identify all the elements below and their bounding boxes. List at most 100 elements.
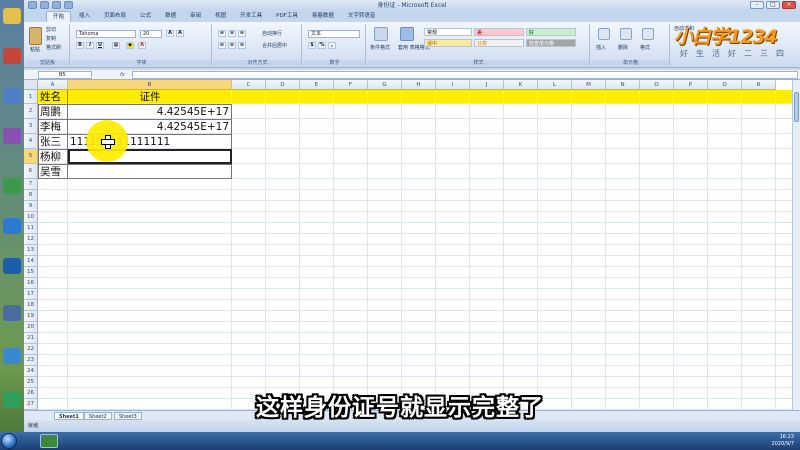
- row-header[interactable]: 19: [24, 311, 38, 322]
- tab-10[interactable]: 文字转语音: [342, 11, 382, 22]
- row-header[interactable]: 20: [24, 322, 38, 333]
- vertical-scrollbar[interactable]: [792, 80, 800, 410]
- style-good[interactable]: 好: [526, 28, 576, 36]
- undo-icon[interactable]: [40, 1, 49, 9]
- tab-7[interactable]: 开发工具: [234, 11, 268, 22]
- align-left-icon[interactable]: ≡: [218, 42, 226, 49]
- taskbar-excel-icon[interactable]: [40, 434, 58, 448]
- column-header[interactable]: H: [402, 80, 436, 90]
- maximize-button[interactable]: □: [766, 1, 780, 9]
- cell-b2[interactable]: 4.42545E+17: [68, 105, 229, 120]
- row-header[interactable]: 18: [24, 300, 38, 311]
- fx-icon[interactable]: fx: [120, 71, 125, 79]
- minimize-button[interactable]: –: [750, 1, 764, 9]
- column-header[interactable]: A: [38, 80, 68, 90]
- style-check[interactable]: 检查单元格: [526, 39, 576, 47]
- fill-color-icon[interactable]: ◆: [126, 42, 134, 49]
- cell-a3[interactable]: 李梅: [40, 120, 61, 135]
- cell-a6[interactable]: 吴雪: [40, 165, 61, 180]
- style-bad[interactable]: 差: [474, 28, 524, 36]
- column-header[interactable]: P: [674, 80, 708, 90]
- percent-icon[interactable]: %: [318, 42, 326, 49]
- row-header[interactable]: 1: [24, 90, 38, 104]
- delete-cells-button[interactable]: 删除: [618, 45, 628, 51]
- row-header[interactable]: 9: [24, 201, 38, 212]
- cut-button[interactable]: 剪切: [46, 27, 56, 33]
- desktop-icon[interactable]: [3, 178, 21, 194]
- column-header[interactable]: N: [606, 80, 640, 90]
- border-icon[interactable]: ▦: [112, 42, 120, 49]
- row-header[interactable]: 16: [24, 278, 38, 289]
- row-header[interactable]: 12: [24, 234, 38, 245]
- row-header[interactable]: 24: [24, 366, 38, 377]
- column-header[interactable]: M: [572, 80, 606, 90]
- row-header[interactable]: 22: [24, 344, 38, 355]
- column-header[interactable]: E: [300, 80, 334, 90]
- column-header[interactable]: G: [368, 80, 402, 90]
- tab-8[interactable]: PDF工具: [270, 11, 304, 22]
- italic-button[interactable]: I: [86, 42, 94, 49]
- align-middle-icon[interactable]: ≡: [228, 30, 236, 37]
- align-right-icon[interactable]: ≡: [238, 42, 246, 49]
- align-top-icon[interactable]: ≡: [218, 30, 226, 37]
- row-header[interactable]: 14: [24, 256, 38, 267]
- delete-cells-icon[interactable]: [620, 28, 632, 40]
- column-header[interactable]: J: [470, 80, 504, 90]
- redo-icon[interactable]: [52, 1, 61, 9]
- tab-4[interactable]: 数据: [159, 11, 182, 22]
- row-header[interactable]: 2: [24, 104, 38, 119]
- cell-a1[interactable]: 姓名: [40, 91, 61, 105]
- align-bottom-icon[interactable]: ≡: [238, 30, 246, 37]
- desktop-icon[interactable]: [3, 305, 21, 321]
- tab-9[interactable]: 易春数据: [306, 11, 340, 22]
- row-header[interactable]: 23: [24, 355, 38, 366]
- tab-1[interactable]: 插入: [73, 11, 96, 22]
- desktop-icon[interactable]: [3, 88, 21, 104]
- tab-0[interactable]: 开始: [46, 11, 72, 22]
- close-button[interactable]: ×: [782, 1, 796, 9]
- select-all-corner[interactable]: [24, 80, 38, 90]
- save-icon[interactable]: [28, 1, 37, 9]
- row-header[interactable]: 15: [24, 267, 38, 278]
- table-format-icon[interactable]: [400, 27, 414, 41]
- bold-button[interactable]: B: [76, 42, 84, 49]
- column-header[interactable]: O: [640, 80, 674, 90]
- row-header[interactable]: 4: [24, 134, 38, 149]
- conditional-format-icon[interactable]: [374, 27, 388, 41]
- cell-a5[interactable]: 杨柳: [40, 150, 61, 165]
- comma-icon[interactable]: ,: [328, 42, 336, 49]
- shrink-font-button[interactable]: A: [176, 30, 184, 37]
- format-cells-button[interactable]: 格式: [640, 45, 650, 51]
- row-header[interactable]: 17: [24, 289, 38, 300]
- row-header[interactable]: 13: [24, 245, 38, 256]
- insert-cells-icon[interactable]: [598, 28, 610, 40]
- column-header[interactable]: K: [504, 80, 538, 90]
- tab-3[interactable]: 公式: [134, 11, 157, 22]
- style-normal[interactable]: 常规: [424, 28, 472, 36]
- style-calc[interactable]: 计算: [474, 39, 524, 47]
- desktop-icon[interactable]: [3, 218, 21, 234]
- column-header[interactable]: C: [232, 80, 266, 90]
- format-cells-icon[interactable]: [642, 28, 654, 40]
- row-header[interactable]: 11: [24, 223, 38, 234]
- insert-cells-button[interactable]: 插入: [596, 45, 606, 51]
- tab-2[interactable]: 页面布局: [98, 11, 132, 22]
- conditional-format-button[interactable]: 条件格式: [370, 45, 390, 51]
- row-header[interactable]: 10: [24, 212, 38, 223]
- desktop-icon[interactable]: [3, 128, 21, 144]
- cell-a4[interactable]: 张三: [40, 135, 61, 150]
- cell-b1[interactable]: 证件: [68, 91, 232, 105]
- style-neutral[interactable]: 适中: [424, 39, 472, 47]
- desktop-icon[interactable]: [3, 8, 21, 24]
- merge-center-button[interactable]: 合并后居中: [262, 43, 287, 49]
- column-header[interactable]: B: [68, 80, 232, 90]
- tab-5[interactable]: 审阅: [184, 11, 207, 22]
- grow-font-button[interactable]: A: [166, 30, 174, 37]
- column-header[interactable]: R: [742, 80, 776, 90]
- font-name-select[interactable]: Tahoma: [76, 30, 136, 38]
- column-header[interactable]: F: [334, 80, 368, 90]
- worksheet-grid[interactable]: A B C D E F G H I J K L M N O P Q R 1 2 3 4 5 6 7 8 9 10 11 12 13 14 15 1…: [24, 80, 792, 410]
- desktop-icon[interactable]: [3, 348, 21, 364]
- cell-a2[interactable]: 周鹏: [40, 105, 61, 120]
- copy-button[interactable]: 复制: [46, 36, 56, 42]
